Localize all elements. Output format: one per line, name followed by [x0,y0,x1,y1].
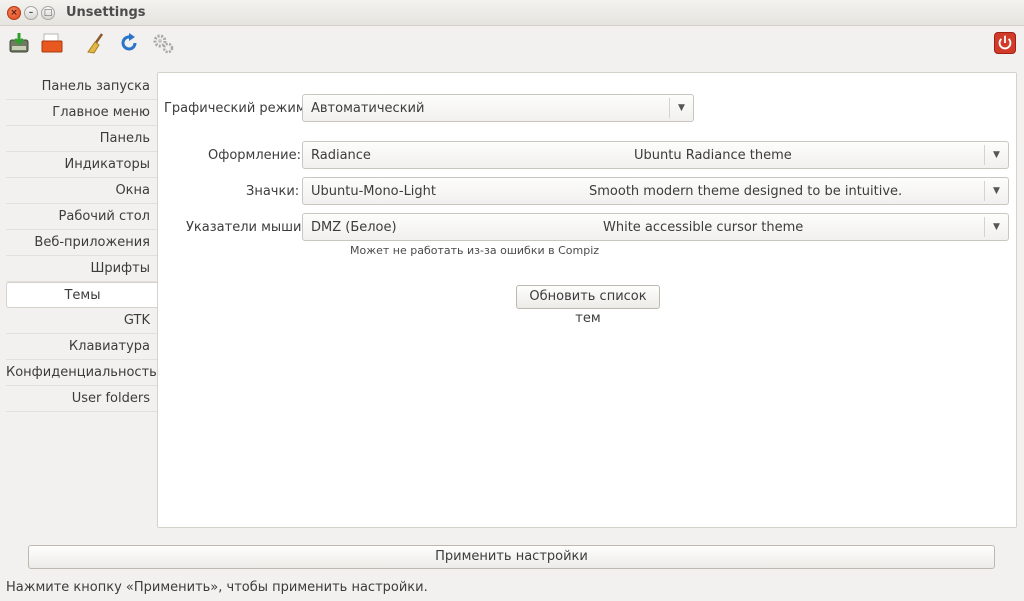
refresh-themes-button[interactable]: Обновить список тем [516,285,660,326]
sidebar-item-webapps[interactable]: Веб-приложения [6,230,158,256]
sidebar: Панель запуска Главное меню Панель Индик… [6,74,158,412]
icons-label: Значки: [246,184,300,199]
sidebar-item-panel[interactable]: Панель [6,126,158,152]
themes-panel: Графический режим: Автоматический ▼ Офор… [157,72,1017,528]
chevron-down-icon: ▼ [984,181,1008,201]
sidebar-item-themes[interactable]: Темы [6,282,158,308]
chevron-down-icon: ▼ [984,217,1008,237]
save-icon[interactable] [8,32,30,54]
icons-value: Ubuntu-Mono-Light [311,184,437,199]
chevron-down-icon: ▼ [669,98,693,118]
close-window-button[interactable]: × [7,6,21,20]
sidebar-item-user-folders[interactable]: User folders [6,386,158,412]
sidebar-item-windows[interactable]: Окна [6,178,158,204]
sidebar-item-dash[interactable]: Главное меню [6,100,158,126]
broom-icon[interactable] [84,32,106,54]
appearance-description: Ubuntu Radiance theme [634,148,792,163]
sidebar-item-indicators[interactable]: Индикаторы [6,152,158,178]
sidebar-item-launcher[interactable]: Панель запуска [6,74,158,100]
cursors-select[interactable]: DMZ (Белое) White accessible cursor them… [302,213,1009,241]
title-bar: × – □ Unsettings [0,0,1024,26]
compiz-warning-note: Может не работать из-за ошибки в Compiz [350,244,600,257]
chevron-down-icon: ▼ [984,145,1008,165]
sidebar-item-privacy[interactable]: Конфиденциальность [6,360,158,386]
apply-settings-button[interactable]: Применить настройки [28,545,995,569]
maximize-window-button[interactable]: □ [41,6,55,20]
sidebar-item-fonts[interactable]: Шрифты [6,256,158,282]
graphics-mode-select[interactable]: Автоматический ▼ [302,94,694,122]
refresh-icon[interactable] [118,32,140,54]
sidebar-item-gtk[interactable]: GTK [6,308,158,334]
cursors-label: Указатели мыши: [186,220,306,235]
icons-select[interactable]: Ubuntu-Mono-Light Smooth modern theme de… [302,177,1009,205]
graphics-mode-value: Автоматический [311,101,425,116]
status-text: Нажмите кнопку «Применить», чтобы примен… [6,580,428,595]
gears-icon[interactable] [152,32,174,54]
cursors-value: DMZ (Белое) [311,220,397,235]
power-icon [998,35,1012,50]
appearance-value: Radiance [311,148,371,163]
minimize-window-button[interactable]: – [24,6,38,20]
quit-button[interactable] [994,32,1016,54]
icons-description: Smooth modern theme designed to be intui… [589,184,903,199]
graphics-mode-label: Графический режим: [164,101,311,116]
window-title: Unsettings [66,5,146,20]
appearance-select[interactable]: Radiance Ubuntu Radiance theme ▼ [302,141,1009,169]
appearance-label: Оформление: [208,148,301,163]
sidebar-item-desktop[interactable]: Рабочий стол [6,204,158,230]
open-icon[interactable] [41,32,63,54]
sidebar-item-keyboard[interactable]: Клавиатура [6,334,158,360]
cursors-description: White accessible cursor theme [603,220,804,235]
